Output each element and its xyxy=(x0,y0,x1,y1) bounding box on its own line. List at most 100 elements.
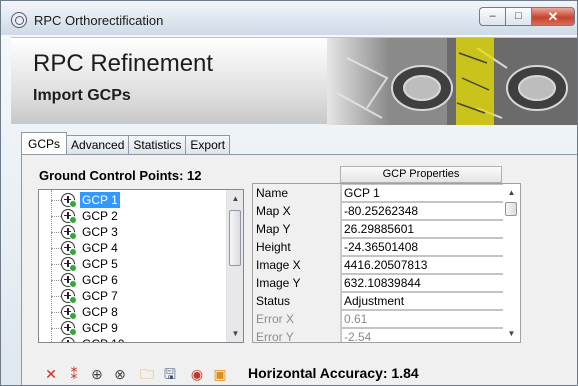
tree-item-label: GCP 7 xyxy=(82,289,118,303)
banner-title: RPC Refinement xyxy=(33,50,214,77)
property-row: Error X 0.61 xyxy=(253,310,505,328)
check-icon xyxy=(69,232,77,240)
scroll-down-icon[interactable]: ▼ xyxy=(227,325,243,342)
property-row: Name GCP 1 xyxy=(253,184,505,202)
tree-item-label: GCP 10 xyxy=(80,336,126,342)
check-icon xyxy=(69,248,77,256)
image-icon[interactable]: ▣ xyxy=(210,365,230,383)
map-icon[interactable]: ◉ xyxy=(187,365,207,383)
tree-connector xyxy=(51,264,61,265)
tree-item-label: GCP 9 xyxy=(82,321,118,335)
minimize-button[interactable]: – xyxy=(479,7,505,26)
check-icon xyxy=(69,216,77,224)
property-value[interactable]: GCP 1 xyxy=(341,184,505,202)
check-icon xyxy=(69,280,77,288)
property-key: Image X xyxy=(253,256,341,274)
scroll-thumb[interactable] xyxy=(505,202,517,216)
property-row: Height -24.36501408 xyxy=(253,238,505,256)
check-icon xyxy=(69,328,77,336)
property-key: Map Y xyxy=(253,220,341,238)
tree-item[interactable]: GCP 2 xyxy=(39,208,227,224)
scroll-up-icon[interactable]: ▲ xyxy=(227,190,243,207)
check-icon xyxy=(69,200,77,208)
delete-icon[interactable]: ✕ xyxy=(41,365,61,383)
edit-gcp-icon[interactable]: ⊗ xyxy=(110,365,130,383)
tree-connector xyxy=(51,232,61,233)
tree-item[interactable]: GCP 7 xyxy=(39,288,227,304)
tab-strip: GCPs Advanced Statistics Export xyxy=(21,132,231,155)
scroll-up-icon[interactable]: ▲ xyxy=(503,184,520,201)
property-key: Image Y xyxy=(253,274,341,292)
property-key: Name xyxy=(253,184,341,202)
tree-item-label: GCP 6 xyxy=(82,273,118,287)
property-row: Error Y -2.54 xyxy=(253,328,505,342)
tab-advanced[interactable]: Advanced xyxy=(67,135,130,155)
close-button[interactable]: ✕ xyxy=(531,7,575,26)
property-value: 0.61 xyxy=(341,310,505,328)
check-icon xyxy=(69,312,77,320)
tree-item[interactable]: GCP 5 xyxy=(39,256,227,272)
window-controls: – □ ✕ xyxy=(479,7,575,26)
tree-item[interactable]: GCP 9 xyxy=(39,320,227,336)
property-row: Image Y 632.10839844 xyxy=(253,274,505,292)
property-value: -2.54 xyxy=(341,328,505,342)
tree-connector xyxy=(51,200,61,201)
property-value[interactable]: 632.10839844 xyxy=(341,274,505,292)
property-value[interactable]: 4416.20507813 xyxy=(341,256,505,274)
tree-item[interactable]: GCP 1 xyxy=(39,192,227,208)
horizontal-accuracy-label: Horizontal Accuracy: 1.84 xyxy=(248,365,419,381)
gcp-properties-header: GCP Properties xyxy=(340,166,502,183)
properties-scrollbar[interactable]: ▲ ▼ xyxy=(503,184,520,342)
tab-export[interactable]: Export xyxy=(186,135,231,155)
gcp-tree[interactable]: GCP 1 GCP 2 GCP 3 GCP 4 GCP 5 GCP 6 GCP 7 GCP 8… xyxy=(38,189,244,343)
maximize-button[interactable]: □ xyxy=(505,7,531,26)
property-value[interactable]: 26.29885601 xyxy=(341,220,505,238)
tab-gcps[interactable]: GCPs xyxy=(21,132,68,155)
property-key: Error Y xyxy=(253,328,341,342)
tree-item[interactable]: GCP 4 xyxy=(39,240,227,256)
check-icon xyxy=(69,296,77,304)
tree-item[interactable]: GCP 6 xyxy=(39,272,227,288)
tree-item-label: GCP 2 xyxy=(82,209,118,223)
tree-item-label: GCP 8 xyxy=(82,305,118,319)
property-row: Image X 4416.20507813 xyxy=(253,256,505,274)
property-value[interactable]: -80.25262348 xyxy=(341,202,505,220)
property-value[interactable]: Adjustment xyxy=(341,292,505,310)
main-window: RPC Orthorectification – □ ✕ RPC Refinem… xyxy=(0,0,578,386)
tree-connector xyxy=(51,296,61,297)
check-icon xyxy=(69,264,77,272)
scroll-thumb[interactable] xyxy=(229,210,241,266)
delete-all-icon[interactable]: ⁑ xyxy=(64,365,84,383)
banner-subtitle: Import GCPs xyxy=(33,87,131,104)
property-key: Error X xyxy=(253,310,341,328)
save-icon[interactable]: 🖫 xyxy=(160,365,180,383)
property-key: Height xyxy=(253,238,341,256)
tree-item[interactable]: GCP 10 xyxy=(39,336,227,342)
header-banner: RPC Refinement Import GCPs xyxy=(11,37,577,125)
tree-item-label: GCP 4 xyxy=(82,241,118,255)
scroll-down-icon[interactable]: ▼ xyxy=(503,325,520,342)
title-bar[interactable]: RPC Orthorectification – □ ✕ xyxy=(1,1,577,35)
property-key: Map X xyxy=(253,202,341,220)
tab-statistics[interactable]: Statistics xyxy=(129,135,187,155)
tree-connector xyxy=(51,216,61,217)
tree-item-label: GCP 3 xyxy=(82,225,118,239)
tree-item-label: GCP 1 xyxy=(80,192,120,208)
gcp-properties-grid: Name GCP 1 Map X -80.25262348 Map Y 26.298856… xyxy=(252,183,521,343)
gcp-toolbar: ✕ ⁑ ⊕ ⊗ 🗀 🖫 ◉ ▣ xyxy=(41,365,230,383)
tree-item[interactable]: GCP 3 xyxy=(39,224,227,240)
window-title: RPC Orthorectification xyxy=(34,13,164,28)
add-gcp-icon[interactable]: ⊕ xyxy=(87,365,107,383)
tree-item[interactable]: GCP 8 xyxy=(39,304,227,320)
app-icon xyxy=(11,12,27,28)
tree-connector xyxy=(51,248,61,249)
tree-connector xyxy=(51,328,61,329)
gcp-node-icon[interactable] xyxy=(61,337,75,342)
gcp-count-label: Ground Control Points: 12 xyxy=(39,168,202,183)
property-row: Map X -80.25262348 xyxy=(253,202,505,220)
property-value[interactable]: -24.36501408 xyxy=(341,238,505,256)
property-row: Map Y 26.29885601 xyxy=(253,220,505,238)
open-folder-icon[interactable]: 🗀 xyxy=(137,365,157,383)
tree-connector xyxy=(51,312,61,313)
tree-scrollbar[interactable]: ▲ ▼ xyxy=(226,190,243,342)
